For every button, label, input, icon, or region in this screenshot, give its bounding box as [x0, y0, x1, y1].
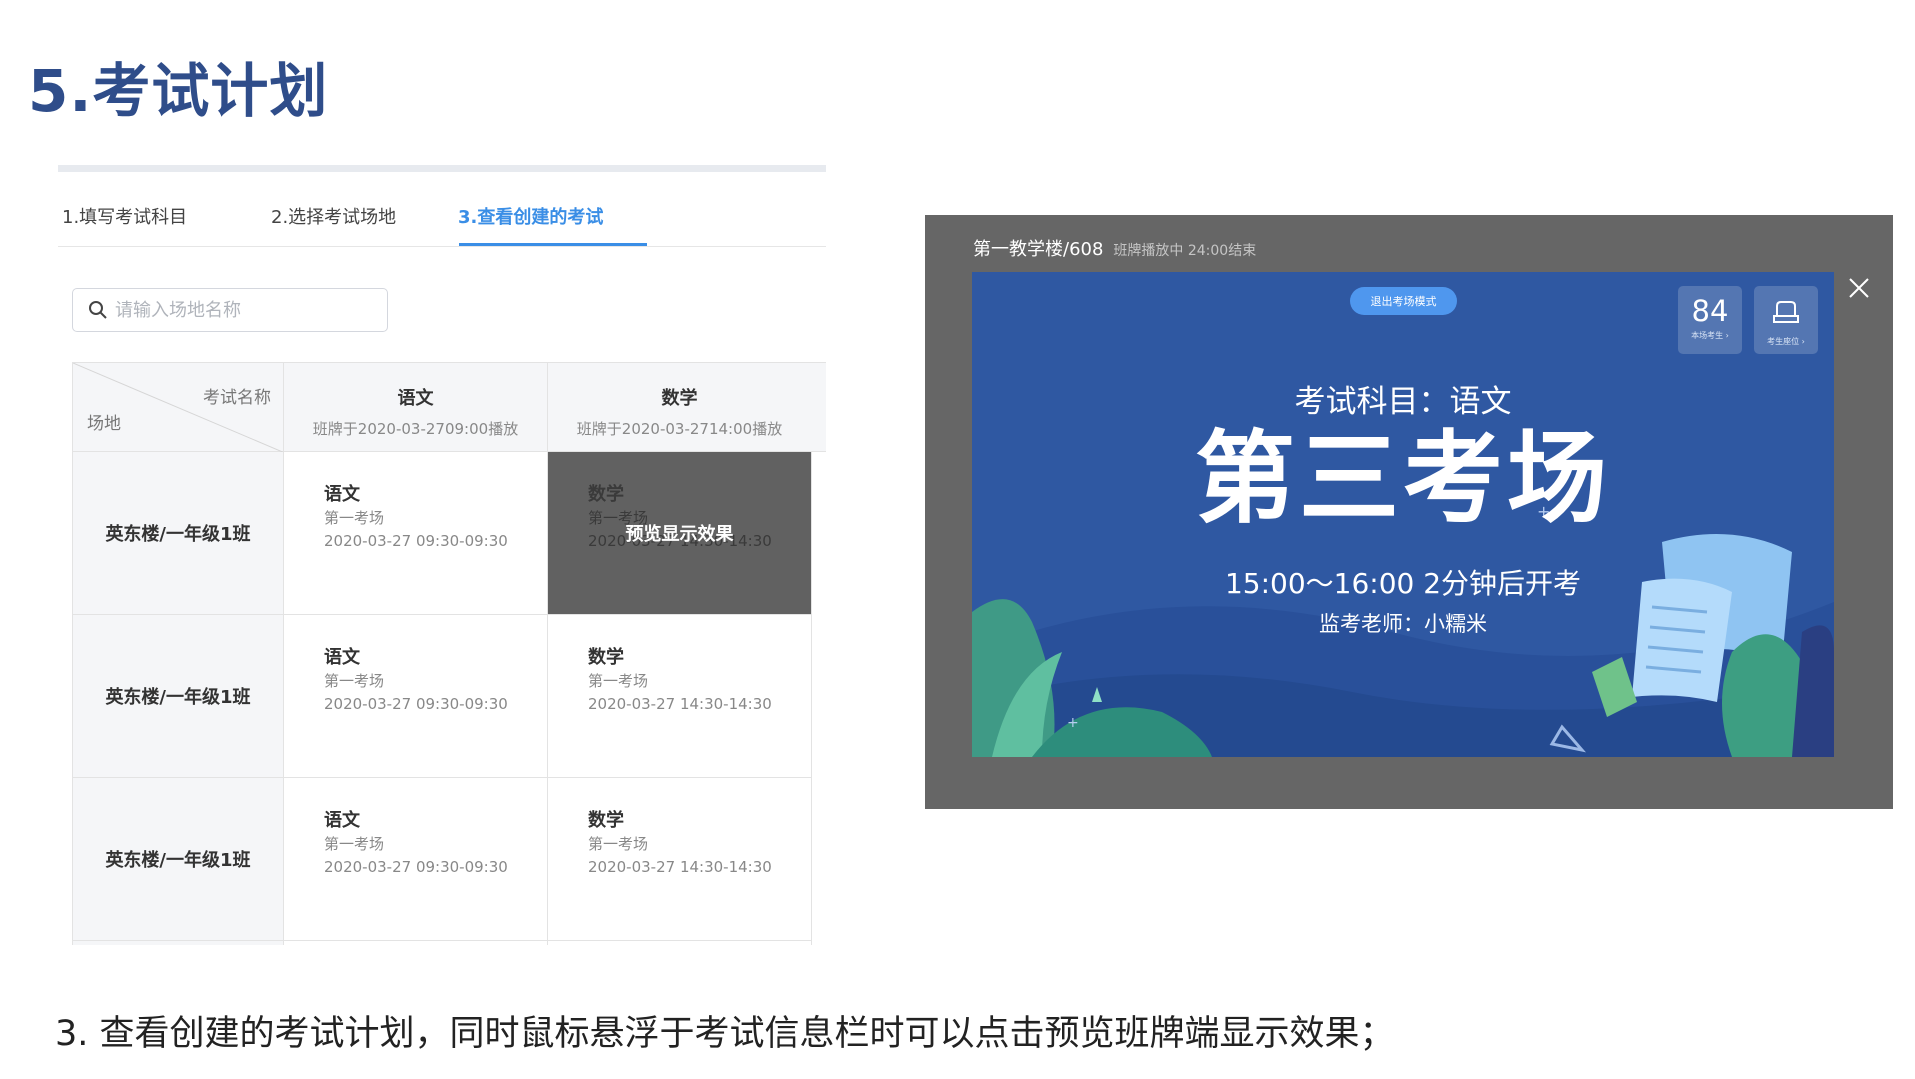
- slot-time: 2020-03-27 14:30-14:30: [588, 695, 772, 713]
- seat-icon: [1773, 301, 1799, 323]
- corner-label-exam: 考试名称: [203, 388, 271, 408]
- slot-time: 2020-03-27 09:30-09:30: [324, 695, 508, 713]
- invigilator-line: 监考老师：小糯米: [1319, 612, 1487, 636]
- slot-room: 第一考场: [324, 835, 385, 853]
- step-tab-view-exams[interactable]: 3.查看创建的考试: [458, 195, 603, 247]
- exam-slot[interactable]: 语文 第一考场 2020-03-27 09:30-09:30: [284, 615, 548, 778]
- slide-title: 5.考试计划: [28, 57, 329, 125]
- preview-display-label: 预览显示效果: [625, 524, 734, 545]
- slot-subject: 语文: [324, 647, 360, 668]
- step-tabs: 1.填写考试科目 2.选择考试场地 3.查看创建的考试: [58, 195, 826, 247]
- close-icon[interactable]: [1846, 275, 1872, 301]
- column-header-schedule: 班牌于2020-03-2709:00播放: [312, 420, 519, 438]
- signboard-preview-modal: 第一教学楼/608班牌播放中 24:00结束 + + + 退出考场模式 84: [925, 215, 1893, 809]
- column-header-name: 数学: [661, 388, 698, 409]
- seat-caption: 考生座位 ›: [1767, 337, 1805, 346]
- venue-search-input[interactable]: [115, 295, 375, 325]
- panel-top-rule: [58, 165, 826, 172]
- exit-exam-mode-button[interactable]: 退出考场模式: [1350, 287, 1457, 315]
- exam-slot[interactable]: 数学 第一考场 2020-03-27 14:30-14:30: [548, 778, 812, 941]
- exam-room-name: 第三考场: [1195, 420, 1611, 537]
- slot-room: 第一考场: [588, 672, 649, 690]
- slot-room: 第一考场: [588, 835, 649, 853]
- column-header-chinese: 语文 班牌于2020-03-2709:00播放: [284, 362, 548, 452]
- svg-text:+: +: [1067, 715, 1079, 731]
- venue-cell: [72, 941, 284, 945]
- examinee-count-tile[interactable]: 84 本场考生 ›: [1678, 286, 1742, 354]
- venue-cell: 英东楼/一年级1班: [72, 778, 284, 941]
- slide-caption: 3. 查看创建的考试计划，同时鼠标悬浮于考试信息栏时可以点击预览班牌端显示效果；: [55, 1014, 1395, 1054]
- corner-diagonal: [73, 363, 285, 453]
- slot-subject: 数学: [588, 810, 624, 831]
- slot-subject: 语文: [324, 810, 360, 831]
- table-corner-header: 考试名称 场地: [72, 362, 285, 453]
- column-header-schedule: 班牌于2020-03-2714:00播放: [576, 420, 783, 438]
- exam-slot[interactable]: [548, 941, 812, 945]
- column-header-name: 语文: [397, 388, 434, 409]
- exam-slot[interactable]: 语文 第一考场 2020-03-27 09:30-09:30: [284, 452, 548, 615]
- exam-subject-line: 考试科目：语文: [1294, 384, 1512, 420]
- preview-status: 班牌播放中 24:00结束: [1113, 243, 1257, 259]
- examinee-count: 84: [1691, 294, 1729, 328]
- slot-subject: 数学: [588, 647, 624, 668]
- preview-header: 第一教学楼/608 班牌播放中 24:00结束: [973, 235, 1256, 261]
- slot-subject: 语文: [324, 484, 360, 505]
- exam-time-line: 15:00～16:00 2分钟后开考: [1224, 567, 1582, 600]
- column-header-math: 数学 班牌于2020-03-2714:00播放: [548, 362, 826, 452]
- slot-room: 第一考场: [324, 509, 385, 527]
- corner-label-venue: 场地: [87, 414, 121, 434]
- slot-time: 2020-03-27 09:30-09:30: [324, 858, 508, 876]
- step-tab-select-venues[interactable]: 2.选择考试场地: [271, 195, 396, 247]
- exam-slot[interactable]: 语文 第一考场 2020-03-27 09:30-09:30: [284, 778, 548, 941]
- exam-plan-panel: 1.填写考试科目 2.选择考试场地 3.查看创建的考试 考试名称 场地 语文 班…: [58, 165, 826, 945]
- slot-time: 2020-03-27 14:30-14:30: [588, 858, 772, 876]
- signboard-screen: + + + 退出考场模式 84 本场考生 › 考生座位 › 考试科目：语文 第三…: [972, 272, 1834, 757]
- venue-cell: 英东楼/一年级1班: [72, 615, 284, 778]
- exam-slot-hovered[interactable]: 数学 第一考场 2020-03-27 14:30-14:30 预览显示效果: [548, 452, 812, 615]
- examinee-count-caption: 本场考生 ›: [1691, 331, 1729, 340]
- search-icon: [89, 301, 107, 319]
- slot-room: 第一考场: [324, 672, 385, 690]
- venue-search: [72, 288, 388, 332]
- active-step-indicator: [459, 243, 647, 246]
- exam-slot[interactable]: [284, 941, 548, 945]
- preview-display-button[interactable]: 预览显示效果: [548, 452, 811, 614]
- slot-time: 2020-03-27 09:30-09:30: [324, 532, 508, 550]
- seat-tile[interactable]: 考生座位 ›: [1754, 286, 1818, 354]
- exam-slot[interactable]: 数学 第一考场 2020-03-27 14:30-14:30: [548, 615, 812, 778]
- preview-location: 第一教学楼/608: [973, 239, 1104, 260]
- step-tab-fill-subjects[interactable]: 1.填写考试科目: [62, 195, 187, 247]
- venue-cell: 英东楼/一年级1班: [72, 452, 284, 615]
